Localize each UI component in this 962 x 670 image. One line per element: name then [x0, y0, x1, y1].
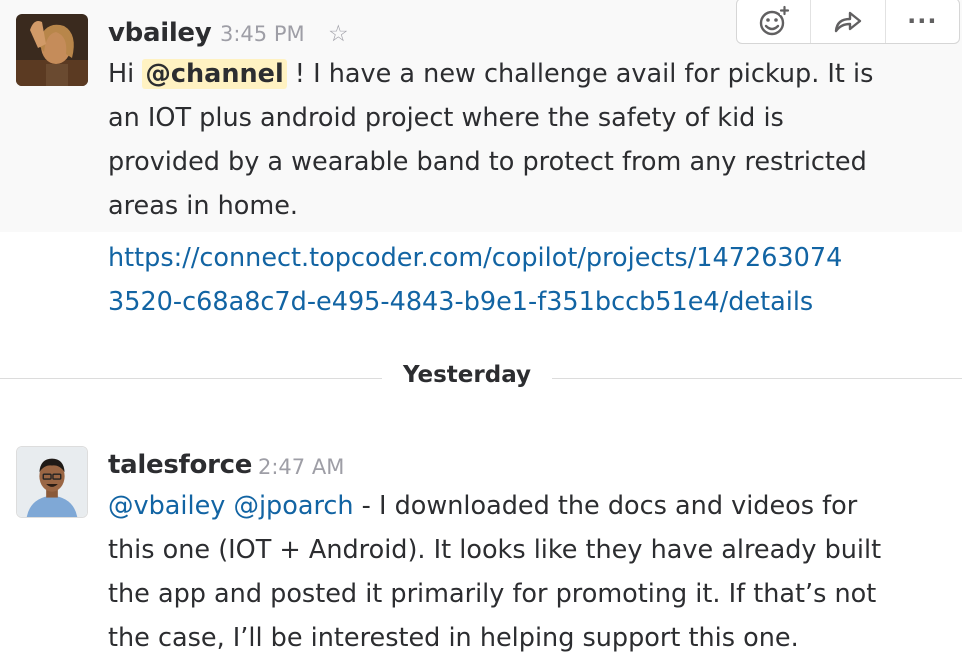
channel-mention[interactable]: @channel [142, 59, 287, 89]
avatar-vbailey[interactable] [16, 14, 88, 86]
add-reaction-icon [759, 5, 789, 36]
sender-name[interactable]: vbailey [108, 18, 212, 48]
share-message-button[interactable] [811, 0, 886, 43]
day-divider-label: Yesterday [402, 362, 532, 388]
user-mention[interactable]: @jpoarch [233, 491, 353, 521]
share-icon [834, 11, 862, 33]
divider-line-left [0, 378, 382, 379]
message-text: Hi [108, 59, 143, 89]
message-actions-toolbar: ··· [736, 0, 960, 44]
user-mention[interactable]: @vbailey [108, 491, 225, 521]
message-body: Hi @channel ! I have a new challenge ava… [108, 52, 958, 228]
message-body: @vbailey @jpoarch - I downloaded the doc… [108, 484, 958, 660]
message-text: - I downloaded the docs and videos for [353, 491, 858, 521]
message-timestamp[interactable]: 3:45 PM [220, 22, 305, 46]
more-actions-button[interactable]: ··· [886, 0, 959, 43]
message-text: this one (IOT + Android). It looks like … [108, 535, 882, 653]
project-link[interactable]: https://connect.topcoder.com/copilot/pro… [108, 236, 842, 324]
more-actions-icon: ··· [907, 7, 938, 35]
message-text: ! I have a new challenge avail for picku… [286, 59, 874, 89]
message-timestamp[interactable]: 2:47 AM [258, 455, 344, 479]
divider-line-right [552, 378, 962, 379]
sender-name[interactable]: talesforce [108, 450, 252, 480]
avatar-talesforce[interactable] [16, 446, 88, 518]
add-reaction-button[interactable] [737, 0, 812, 43]
star-icon[interactable]: ☆ [328, 23, 349, 46]
message-text: an IOT plus android project where the sa… [108, 103, 867, 221]
